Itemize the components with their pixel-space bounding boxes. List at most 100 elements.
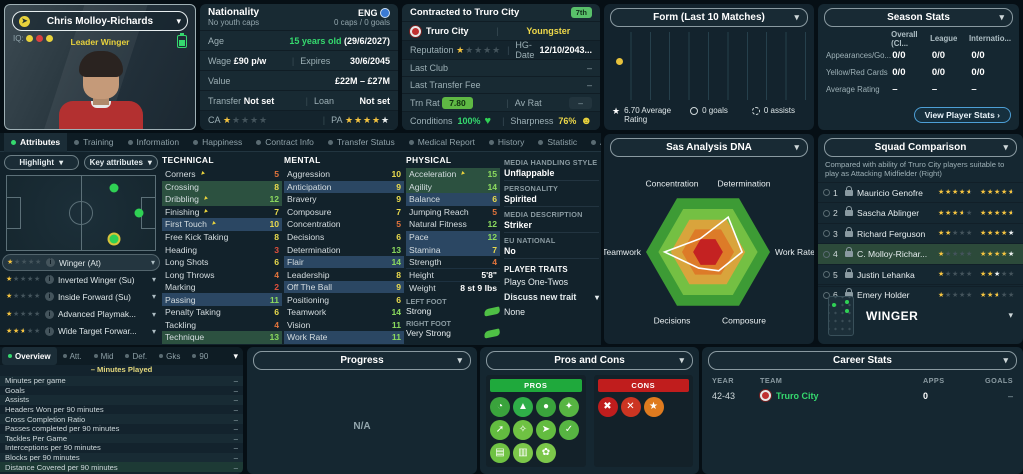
rating-star-icon: ★ bbox=[612, 105, 621, 116]
profile-tab[interactable]: Attributes bbox=[4, 133, 68, 152]
stat-row: Distance Covered per 90 minutes – bbox=[0, 462, 243, 472]
wage-label: Wage bbox=[208, 55, 232, 66]
overview-tab[interactable]: Def. bbox=[119, 347, 153, 365]
change-arrow-icon: ▼ bbox=[201, 207, 210, 217]
progress-dropdown[interactable]: Progress ▾ bbox=[253, 351, 471, 370]
dna-title: Sas Analysis DNA bbox=[666, 142, 752, 153]
minutes-played-subtitle: – Minutes Played bbox=[90, 365, 153, 374]
pros-cons-dropdown[interactable]: Pros and Cons ▾ bbox=[486, 351, 693, 370]
trn-rat-badge: 7.80 bbox=[442, 96, 473, 109]
profile-tab[interactable]: Information bbox=[121, 133, 187, 152]
role-stars: ★ ★ ★ ★ ★ ★ bbox=[6, 327, 41, 335]
career-row[interactable]: 42-43 Truro City 0 – bbox=[702, 387, 1023, 404]
hg-date-value: 12/10/2043... bbox=[539, 45, 592, 55]
highlight-dropdown[interactable]: Highlight ▾ bbox=[4, 155, 79, 170]
dna-panel: Sas Analysis DNA ▾ Work Rate Determinatio… bbox=[604, 134, 814, 344]
squad-player-row[interactable]: 3 Richard Ferguson ★ ★ ★ ★ ★ ★ ★ ★ ★ ★ bbox=[818, 222, 1023, 244]
attribute-row: Marking ▼ 2 bbox=[165, 282, 279, 293]
chevron-down-icon: ▾ bbox=[147, 158, 152, 167]
heart-icon: ♥ bbox=[484, 115, 492, 127]
attribute-row: Jumping Reach ▼ 5 bbox=[409, 206, 497, 217]
select-circle[interactable] bbox=[823, 250, 830, 258]
career-header-row: YEAR TEAM APPS GOALS bbox=[712, 375, 1013, 385]
key-attributes-dropdown[interactable]: Key attributes ▾ bbox=[83, 155, 158, 170]
contract-card: Contracted to Truro City 7th Truro City … bbox=[402, 4, 600, 130]
media-section: MEDIA HANDLING STYLE Unflappable bbox=[504, 158, 599, 181]
chevron-down-icon: ▾ bbox=[176, 15, 181, 26]
role-suitability-row[interactable]: ★ ★ ★ ★ ★ i Advanced Playmak... ▾ bbox=[2, 306, 160, 323]
pro-icon: ● bbox=[536, 397, 556, 417]
nationality-label: Nationality bbox=[208, 7, 260, 18]
overview-tab[interactable]: Gks bbox=[153, 347, 186, 365]
media-section: MEDIA DESCRIPTION Striker bbox=[504, 210, 599, 233]
overview-tab[interactable]: 90 bbox=[186, 347, 214, 365]
height-row: Height 5'8" bbox=[406, 268, 500, 281]
pros-cons-title: Pros and Cons bbox=[554, 355, 625, 366]
discuss-new-trait-dropdown[interactable]: Discuss new trait ▾ bbox=[504, 290, 599, 304]
chevron-down-icon[interactable]: ▾ bbox=[233, 351, 238, 362]
squad-player-row[interactable]: 2 Sascha Ablinger ★ ★ ★ ★ ★ ★ ★ ★ ★ ★ ★ ★ bbox=[818, 202, 1023, 223]
overview-tab[interactable]: Mid bbox=[88, 347, 120, 365]
attribute-row: Determination ▼ 13 bbox=[287, 244, 401, 255]
club-name[interactable]: Truro City bbox=[426, 26, 469, 36]
position-pitch bbox=[6, 175, 156, 251]
loan-label: Loan bbox=[314, 95, 335, 106]
attribute-row: Free Kick Taking ▼ 8 bbox=[165, 232, 279, 242]
profile-tab[interactable]: Statistic bbox=[531, 133, 584, 152]
attribute-row: Decisions ▼ 6 bbox=[287, 232, 401, 242]
svg-text:Composure: Composure bbox=[722, 315, 766, 325]
profile-tab[interactable]: Medical Report bbox=[402, 133, 482, 152]
season-stats-dropdown[interactable]: Season Stats ▾ bbox=[824, 8, 1013, 27]
role-suitability-row[interactable]: ★ ★ ★ ★ ★ ★ i Wide Target Forwar... ▾ bbox=[2, 323, 160, 340]
player-name-dropdown[interactable]: ➤ Chris Molloy-Richards ▾ bbox=[12, 11, 188, 31]
info-icon: i bbox=[45, 275, 54, 285]
profile-tab[interactable]: Happiness bbox=[186, 133, 249, 152]
form-dropdown[interactable]: Form (Last 10 Matches) ▾ bbox=[610, 8, 808, 27]
reputation-stars: ★ ★ ★ ★ ★ bbox=[456, 44, 501, 55]
profile-tab[interactable]: Transfer Status bbox=[321, 133, 402, 152]
dna-dropdown[interactable]: Sas Analysis DNA ▾ bbox=[610, 138, 808, 157]
dna-radar-chart: Work Rate Determination Concentration Teamw… bbox=[604, 179, 814, 326]
squad-comparison-dropdown[interactable]: Squad Comparison ▾ bbox=[824, 138, 1017, 157]
squad-player-row[interactable]: 1 Mauricio Genofre ★ ★ ★ ★ ★ ★ ★ ★ ★ ★ ★ ★ bbox=[818, 181, 1023, 203]
current-ability-stars: ★ ★ ★ ★ ★ bbox=[938, 250, 973, 258]
profile-tab[interactable]: History bbox=[482, 133, 531, 152]
attribute-row: Acceleration ▼ 15 bbox=[406, 168, 500, 181]
select-circle[interactable] bbox=[823, 189, 830, 197]
role-stars: ★ ★ ★ ★ ★ bbox=[7, 259, 42, 267]
profile-tab[interactable]: Contract Info bbox=[249, 133, 321, 152]
potential-ability-stars: ★ ★ ★ ★ ★ ★ bbox=[980, 189, 1015, 197]
role-suitability-row[interactable]: ★ ★ ★ ★ ★ i Winger (At) ▾ bbox=[2, 254, 160, 272]
tab-dot-icon bbox=[488, 139, 494, 145]
select-circle[interactable] bbox=[823, 230, 830, 238]
technical-header: TECHNICAL bbox=[162, 155, 214, 165]
hair bbox=[79, 51, 123, 77]
squad-player-row[interactable]: 5 Justin Lehanka ★ ★ ★ ★ ★ ★ ★ ★ ★ ★ bbox=[818, 263, 1023, 285]
select-circle[interactable] bbox=[823, 271, 830, 279]
view-player-stats-button[interactable]: View Player Stats › bbox=[913, 107, 1011, 123]
lock-icon bbox=[845, 185, 853, 196]
role-suitability-row[interactable]: ★ ★ ★ ★ ★ i Inside Forward (Su) ▾ bbox=[2, 288, 160, 305]
select-circle[interactable] bbox=[823, 209, 830, 217]
career-stats-dropdown[interactable]: Career Stats ▾ bbox=[708, 351, 1017, 370]
squad-player-row[interactable]: 4 C. Molloy-Richar... ★ ★ ★ ★ ★ ★ ★ ★ ★ ★ bbox=[818, 243, 1023, 264]
attribute-row: Work Rate ▼ 11 bbox=[284, 331, 404, 344]
profile-tab[interactable]: Analysis bbox=[584, 133, 601, 152]
england-badge-icon bbox=[380, 7, 390, 18]
chevron-down-icon: ▾ bbox=[457, 355, 462, 365]
role-selector[interactable]: WINGER ▾ bbox=[818, 286, 1023, 344]
info-icon: i bbox=[45, 292, 54, 302]
caps-goals: 0 caps / 0 goals bbox=[333, 17, 390, 27]
form-panel: Form (Last 10 Matches) ▾ ★ 6.70 Average R… bbox=[604, 4, 814, 130]
overview-tab[interactable]: Overview bbox=[2, 347, 57, 365]
career-stats-title: Career Stats bbox=[833, 355, 892, 366]
last-club-label: Last Club bbox=[410, 63, 449, 73]
progress-title: Progress bbox=[340, 355, 384, 366]
stat-row: Passes completed per 90 minutes – bbox=[5, 424, 238, 434]
profile-tab[interactable]: Training bbox=[67, 133, 120, 152]
overview-tabstrip: Overview Att. Mid Def. Gks 90 ▾ bbox=[0, 347, 243, 365]
physical-header: PHYSICAL bbox=[406, 155, 452, 165]
overview-tab[interactable]: Att. bbox=[57, 347, 88, 365]
value-row: Value £22M – £27M bbox=[200, 70, 398, 90]
role-suitability-row[interactable]: ★ ★ ★ ★ ★ i Inverted Winger (Su) ▾ bbox=[2, 271, 160, 288]
